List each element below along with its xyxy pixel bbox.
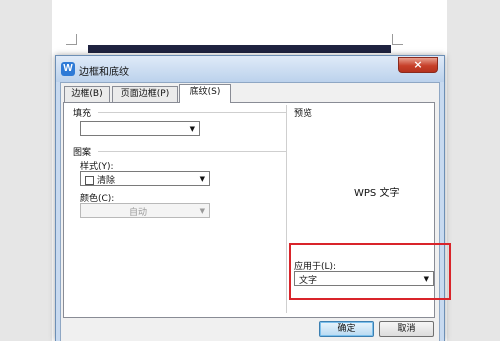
chevron-down-icon: ▼	[189, 125, 195, 133]
tab-borders[interactable]: 边框(B)	[64, 86, 110, 102]
chevron-down-icon: ▼	[199, 207, 205, 215]
pattern-color-dropdown: 自动 ▼	[80, 203, 210, 218]
ok-button[interactable]: 确定	[319, 321, 374, 337]
close-icon: ×	[413, 58, 423, 71]
borders-and-shading-dialog: W 边框和底纹 × 边框(B) 页面边框(P) 底纹(S) 填充 ▼ 图案 样式…	[55, 55, 451, 341]
pattern-divider	[98, 151, 286, 152]
dialog-client-area: 边框(B) 页面边框(P) 底纹(S) 填充 ▼ 图案 样式(Y): 清除 ▼ …	[60, 82, 451, 341]
pattern-style-dropdown[interactable]: 清除 ▼	[80, 171, 210, 186]
apply-to-value: 文字	[299, 276, 318, 286]
pattern-style-value: 清除	[97, 176, 116, 186]
dialog-title-bar[interactable]: W 边框和底纹 ×	[56, 56, 444, 82]
pattern-color-value: 自动	[128, 208, 147, 218]
tab-shading[interactable]: 底纹(S)	[179, 84, 231, 103]
crop-mark-top-left	[66, 34, 77, 45]
selected-text-bar	[88, 45, 391, 53]
crop-mark-top-right	[392, 34, 403, 45]
preview-sample-text: WPS 文字	[354, 188, 400, 199]
wps-writer-app-icon: W	[61, 62, 75, 76]
chevron-down-icon: ▼	[423, 275, 429, 283]
fill-color-dropdown[interactable]: ▼	[80, 121, 200, 136]
apply-to-dropdown[interactable]: 文字 ▼	[294, 271, 434, 286]
fill-label: 填充	[73, 109, 92, 119]
pattern-label: 图案	[73, 148, 92, 158]
pane-divider	[286, 105, 287, 313]
empty-swatch-icon	[85, 176, 94, 185]
fill-divider	[98, 112, 286, 113]
close-button[interactable]: ×	[398, 57, 438, 73]
shading-tab-page: 填充 ▼ 图案 样式(Y): 清除 ▼ 颜色(C): 自动 ▼ 预览 WPS 文…	[63, 102, 435, 318]
chevron-down-icon: ▼	[199, 175, 205, 183]
dialog-title: 边框和底纹	[79, 67, 129, 78]
cancel-button[interactable]: 取消	[379, 321, 434, 337]
tab-page-border[interactable]: 页面边框(P)	[112, 86, 178, 102]
